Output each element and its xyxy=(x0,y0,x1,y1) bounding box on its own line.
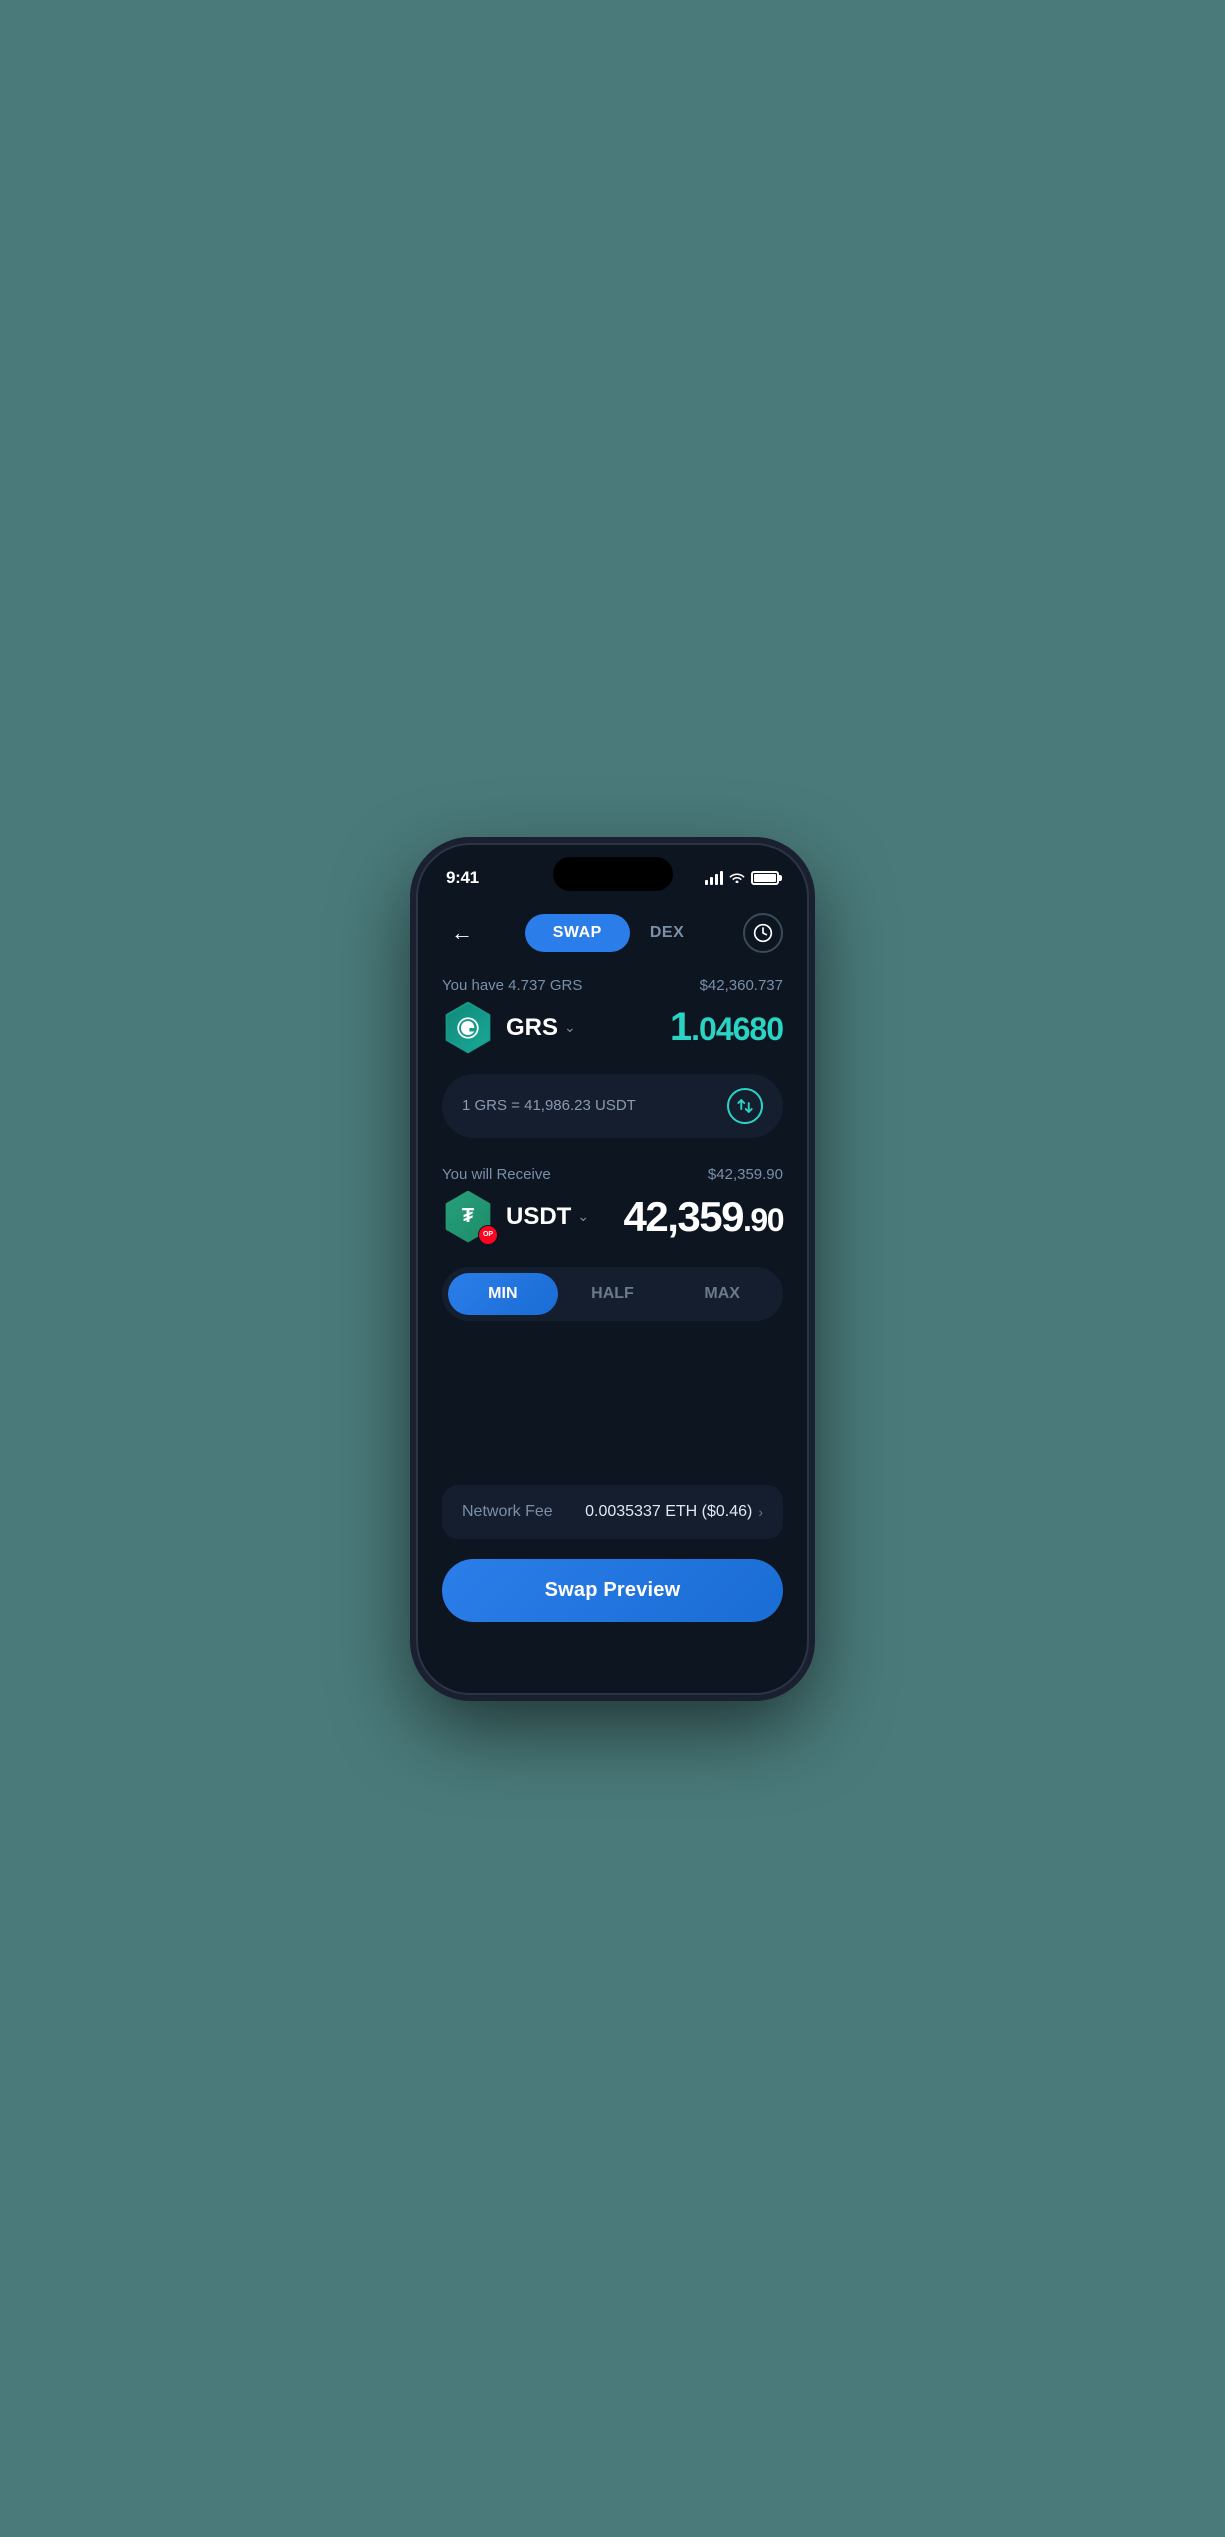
to-token-row: ₮ OP USDT ⌄ 42,359.90 xyxy=(442,1191,783,1243)
from-token-row: GRS ⌄ 1.04680 xyxy=(442,1002,783,1054)
max-button[interactable]: MAX xyxy=(667,1273,777,1315)
network-fee-section[interactable]: Network Fee 0.0035337 ETH ($0.46) › xyxy=(442,1485,783,1539)
from-amount-display[interactable]: 1.04680 xyxy=(670,1005,783,1050)
grs-logo xyxy=(454,1014,482,1042)
from-amount-whole: 1 xyxy=(670,1005,691,1049)
history-button[interactable] xyxy=(743,913,783,953)
tab-group: SWAP DEX xyxy=(525,914,701,952)
usdt-token-icon: ₮ OP xyxy=(442,1191,494,1243)
receive-amount-whole: 42,359 xyxy=(624,1193,743,1240)
history-icon xyxy=(753,923,773,943)
from-amount-decimal: .04680 xyxy=(691,1011,783,1047)
receive-amount-decimal: .90 xyxy=(743,1202,783,1238)
network-fee-label: Network Fee xyxy=(462,1503,553,1521)
to-token-dropdown-icon: ⌄ xyxy=(577,1208,589,1225)
from-token-name: GRS xyxy=(506,1014,558,1042)
to-token-name: USDT xyxy=(506,1203,571,1231)
dynamic-island xyxy=(553,857,673,891)
fee-chevron-icon: › xyxy=(758,1504,763,1520)
op-badge: OP xyxy=(478,1225,498,1245)
network-fee-value: 0.0035337 ETH ($0.46) › xyxy=(585,1503,763,1521)
min-button[interactable]: MIN xyxy=(448,1273,558,1315)
status-time: 9:41 xyxy=(446,868,479,888)
receive-usd: $42,359.90 xyxy=(708,1166,783,1183)
main-content: ← SWAP DEX You have 4.737 GRS $42,36 xyxy=(418,897,807,1695)
exchange-rate-bar: 1 GRS = 41,986.23 USDT xyxy=(442,1074,783,1138)
to-token-left[interactable]: ₮ OP USDT ⌄ xyxy=(442,1191,589,1243)
exchange-rate-text: 1 GRS = 41,986.23 USDT xyxy=(462,1097,636,1114)
tab-dex[interactable]: DEX xyxy=(634,914,700,952)
from-section: You have 4.737 GRS $42,360.737 xyxy=(442,977,783,1695)
phone-frame: 9:41 ← xyxy=(416,843,809,1695)
receive-balance-row: You will Receive $42,359.90 xyxy=(442,1166,783,1183)
from-balance-label: You have 4.737 GRS xyxy=(442,977,582,994)
tab-swap[interactable]: SWAP xyxy=(525,914,630,952)
swap-arrows-icon xyxy=(736,1097,754,1115)
to-token-name-group[interactable]: USDT ⌄ xyxy=(506,1203,589,1231)
from-token-dropdown-icon: ⌄ xyxy=(564,1019,576,1036)
half-button[interactable]: HALF xyxy=(558,1273,668,1315)
signal-bars-icon xyxy=(705,871,723,885)
back-button[interactable]: ← xyxy=(442,913,482,953)
grs-token-inner xyxy=(444,1004,492,1052)
battery-icon xyxy=(751,871,779,885)
back-arrow-icon: ← xyxy=(451,920,473,946)
from-balance-usd: $42,360.737 xyxy=(700,977,783,994)
grs-token-icon xyxy=(442,1002,494,1054)
status-icons xyxy=(705,870,779,886)
swap-preview-button[interactable]: Swap Preview xyxy=(442,1559,783,1622)
from-token-left[interactable]: GRS ⌄ xyxy=(442,1002,576,1054)
receive-amount-display: 42,359.90 xyxy=(624,1193,783,1241)
wifi-icon xyxy=(729,870,745,886)
amount-buttons: MIN HALF MAX xyxy=(442,1267,783,1321)
from-balance-row: You have 4.737 GRS $42,360.737 xyxy=(442,977,783,994)
swap-direction-button[interactable] xyxy=(727,1088,763,1124)
receive-label: You will Receive xyxy=(442,1166,551,1183)
header-nav: ← SWAP DEX xyxy=(442,897,783,977)
from-token-name-group[interactable]: GRS ⌄ xyxy=(506,1014,576,1042)
fee-amount-text: 0.0035337 ETH ($0.46) xyxy=(585,1503,752,1521)
